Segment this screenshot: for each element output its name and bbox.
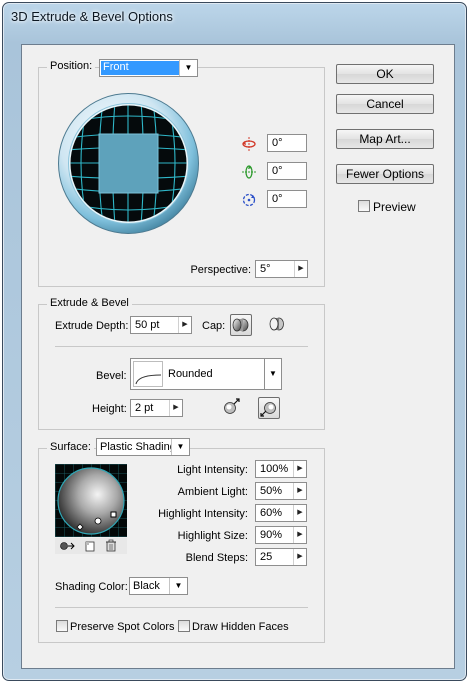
move-light-back-icon[interactable] <box>59 540 75 552</box>
shading-color-label: Shading Color: <box>55 581 128 593</box>
position-preset-value: Front <box>103 61 129 73</box>
bevel-height-field[interactable]: 2 pt ▶ <box>130 399 183 417</box>
chevron-right-icon[interactable]: ▶ <box>293 483 306 499</box>
highlight-size-label: Highlight Size: <box>177 530 248 542</box>
bevel-rounded-icon <box>133 361 163 387</box>
cap-off-icon <box>269 317 284 331</box>
bevel-extent-out-icon <box>224 398 240 414</box>
light-intensity-label: Light Intensity: <box>177 464 248 476</box>
preview-checkbox[interactable] <box>358 200 370 212</box>
perspective-field[interactable]: 5° ▶ <box>255 260 308 278</box>
ambient-light-value: 50% <box>260 485 283 497</box>
highlight-intensity-value: 60% <box>260 507 283 519</box>
draw-hidden-faces-label: Draw Hidden Faces <box>192 621 289 633</box>
highlight-size-field[interactable]: 90% ▶ <box>255 526 307 544</box>
preserve-spot-colors-checkbox[interactable] <box>56 620 68 632</box>
light-intensity-value: 100% <box>260 463 289 475</box>
chevron-down-icon[interactable]: ▼ <box>169 578 187 594</box>
highlight-size-value: 90% <box>260 529 283 541</box>
chevron-right-icon[interactable]: ▶ <box>293 527 306 543</box>
new-light-icon[interactable] <box>84 540 96 552</box>
chevron-right-icon[interactable]: ▶ <box>169 400 182 416</box>
bevel-extent-in-icon <box>260 402 276 417</box>
bevel-label: Bevel: <box>96 370 127 382</box>
rotation-trackball[interactable] <box>57 92 200 235</box>
light-source-handle[interactable] <box>94 517 102 525</box>
bevel-select[interactable]: Rounded <box>130 358 282 390</box>
light-intensity-field[interactable]: 100% ▶ <box>255 460 307 478</box>
extrude-depth-label: Extrude Depth: <box>55 320 129 332</box>
chevron-down-icon[interactable]: ▼ <box>179 60 197 76</box>
map-art-button[interactable]: Map Art... <box>336 129 434 149</box>
draw-hidden-faces-checkbox[interactable] <box>178 620 190 632</box>
rotate-z-value: 0° <box>272 193 283 205</box>
surface-separator <box>55 607 308 608</box>
extrude-bevel-title: Extrude & Bevel <box>47 297 132 309</box>
cap-on-button[interactable] <box>230 314 252 336</box>
rotate-y-value: 0° <box>272 165 283 177</box>
selected-light-handle[interactable] <box>110 511 117 518</box>
rotate-x-value: 0° <box>272 137 283 149</box>
highlight-intensity-label: Highlight Intensity: <box>158 508 248 520</box>
light-toolbar <box>55 538 127 554</box>
position-preset-select[interactable]: Front ▼ <box>99 59 198 77</box>
dialog-client-area: Position: Front ▼ 0° 0° 0° Perspective: … <box>21 44 455 669</box>
bevel-extent-out-button[interactable] <box>221 397 243 419</box>
rotate-z-field[interactable]: 0° <box>267 190 307 208</box>
chevron-right-icon[interactable]: ▶ <box>293 549 306 565</box>
dialog-window: 3D Extrude & Bevel Options Position: Fro… <box>2 2 467 681</box>
cap-on-icon <box>232 318 249 332</box>
perspective-value: 5° <box>260 263 271 275</box>
rotate-y-field[interactable]: 0° <box>267 162 307 180</box>
shading-color-value: Black <box>133 580 160 592</box>
trash-icon[interactable] <box>105 539 117 552</box>
preview-label: Preview <box>373 200 416 214</box>
ambient-light-field[interactable]: 50% ▶ <box>255 482 307 500</box>
extrude-depth-value: 50 pt <box>135 319 160 331</box>
blend-steps-value: 25 <box>260 551 273 563</box>
shading-color-select[interactable]: Black ▼ <box>129 577 188 595</box>
cap-label: Cap: <box>202 320 226 332</box>
rotate-y-axis-icon <box>242 165 256 179</box>
rotate-z-axis-icon <box>242 193 256 207</box>
chevron-right-icon[interactable]: ▶ <box>294 261 307 277</box>
fewer-options-button[interactable]: Fewer Options <box>336 164 434 184</box>
extrude-separator <box>55 346 308 347</box>
bevel-value: Rounded <box>168 368 213 380</box>
preserve-spot-colors-label: Preserve Spot Colors <box>70 621 175 633</box>
extrude-depth-field[interactable]: 50 pt ▶ <box>130 316 192 334</box>
bevel-extent-in-button[interactable] <box>258 397 280 419</box>
window-title: 3D Extrude & Bevel Options <box>11 9 173 24</box>
bevel-height-value: 2 pt <box>135 402 154 414</box>
surface-label: Surface: <box>47 441 94 453</box>
ok-button[interactable]: OK <box>336 64 434 84</box>
perspective-label: Perspective: <box>190 264 251 276</box>
position-label: Position: <box>47 60 96 72</box>
chevron-right-icon[interactable]: ▶ <box>178 317 191 333</box>
chevron-down-icon[interactable]: ▼ <box>171 439 189 455</box>
surface-select[interactable]: Plastic Shading ▼ <box>96 438 190 456</box>
chevron-right-icon[interactable]: ▶ <box>293 505 306 521</box>
surface-value: Plastic Shading <box>100 441 176 453</box>
height-label: Height: <box>92 403 127 415</box>
blend-steps-field[interactable]: 25 ▶ <box>255 548 307 566</box>
rotate-x-field[interactable]: 0° <box>267 134 307 152</box>
blend-steps-label: Blend Steps: <box>185 552 248 564</box>
cap-off-button[interactable] <box>267 314 289 336</box>
lighting-preview[interactable] <box>55 464 127 537</box>
chevron-right-icon[interactable]: ▶ <box>293 461 306 477</box>
highlight-intensity-field[interactable]: 60% ▶ <box>255 504 307 522</box>
rotate-x-axis-icon <box>242 137 256 151</box>
ambient-light-label: Ambient Light: <box>177 486 248 498</box>
chevron-down-icon[interactable]: ▼ <box>264 358 282 390</box>
cancel-button[interactable]: Cancel <box>336 94 434 114</box>
